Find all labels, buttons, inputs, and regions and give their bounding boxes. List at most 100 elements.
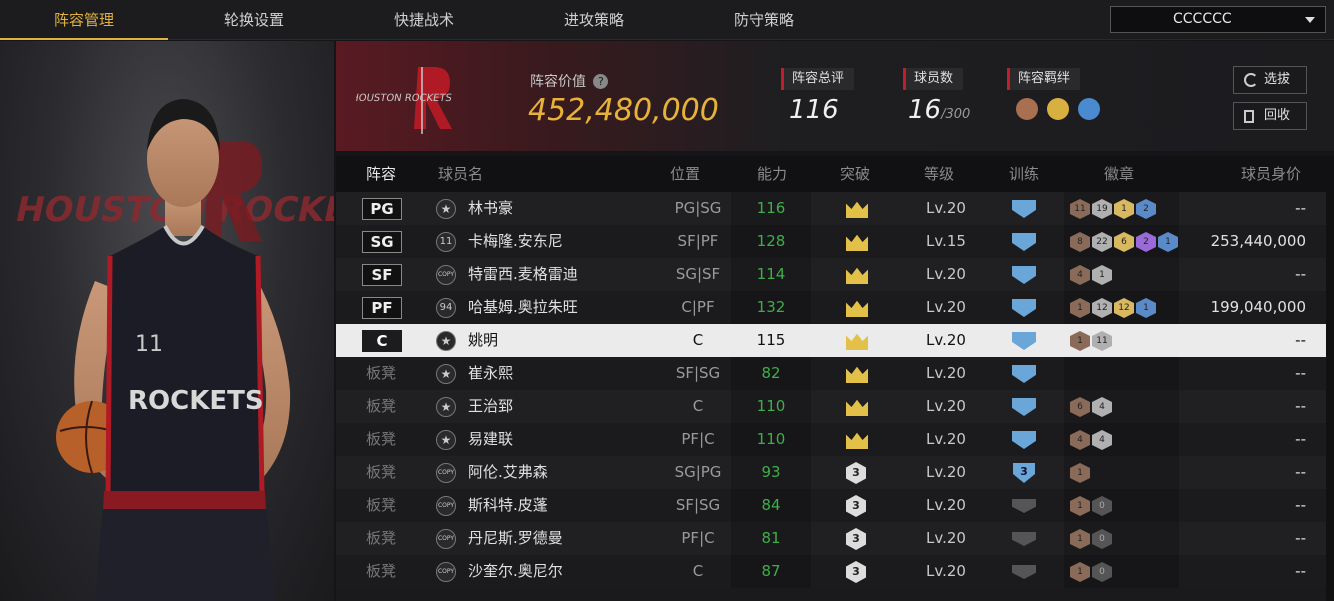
player-name[interactable]: 姚明 [468,324,498,357]
breakthrough-level-icon[interactable]: 3 [846,495,866,517]
crown-breakthrough-icon[interactable] [846,201,868,218]
player-name[interactable]: 王治郅 [468,390,513,423]
breakthrough-level-icon[interactable]: 3 [846,462,866,484]
tab-lineup-management[interactable]: 阵容管理 [0,0,168,40]
bond-icons[interactable] [1016,98,1101,124]
table-row[interactable]: SF COPY 特雷西.麦格雷迪 SG|SF 114 Lv.20 4 1 -- [336,258,1326,291]
training-empty-icon[interactable] [1012,565,1036,579]
players-stat: 球员数 [903,67,964,90]
header-name: 球员名 [438,165,484,183]
player-name[interactable]: 沙奎尔.奥尼尔 [468,555,563,588]
bench-label: 板凳 [366,463,397,481]
slot-badge[interactable]: PF [362,297,402,319]
slot-badge[interactable]: SF [362,264,402,286]
tab-defense-strategy[interactable]: 防守策略 [680,0,848,40]
table-row[interactable]: 板凳 COPY 斯科特.皮蓬 SF|SG 84 3 Lv.20 1 0 -- [336,489,1326,522]
table-row[interactable]: 板凳 COPY 阿伦.艾弗森 SG|PG 93 3 Lv.20 3 1 -- [336,456,1326,489]
crown-breakthrough-icon[interactable] [846,432,868,449]
select-button[interactable]: 选拔 [1233,66,1307,94]
breakthrough-level-icon[interactable]: 3 [846,528,866,550]
crown-breakthrough-icon[interactable] [846,333,868,350]
player-level: Lv.20 [926,397,966,415]
tab-offense-strategy[interactable]: 进攻策略 [510,0,678,40]
header-badges: 徽章 [1104,165,1135,183]
player-name[interactable]: 斯科特.皮蓬 [468,489,548,522]
training-shield-icon[interactable] [1012,233,1036,251]
crown-breakthrough-icon[interactable] [846,267,868,284]
crown-breakthrough-icon[interactable] [846,300,868,317]
training-shield-icon[interactable] [1012,365,1036,383]
training-shield-icon[interactable] [1012,299,1036,317]
training-shield-icon[interactable] [1012,398,1036,416]
player-name[interactable]: 崔永熙 [468,357,513,390]
training-shield-icon[interactable] [1012,431,1036,449]
player-position: C [692,562,704,580]
table-row[interactable]: 板凳 ★ 王治郅 C 110 Lv.20 6 4 -- [336,390,1326,423]
player-value: -- [1295,199,1306,217]
slot-badge[interactable]: SG [362,231,402,253]
bond-bronze-icon[interactable] [1016,98,1038,120]
table-row[interactable]: 板凳 ★ 崔永熙 SF|SG 82 Lv.20 -- [336,357,1326,390]
training-shield-icon[interactable] [1012,332,1036,350]
header-position: 位置 [670,165,701,183]
tab-rotation-settings[interactable]: 轮换设置 [170,0,338,40]
team-select-dropdown[interactable]: CCCCCC [1110,6,1326,33]
help-icon[interactable]: ? [593,74,609,89]
player-name[interactable]: 阿伦.艾弗森 [468,456,548,489]
bond-gold-icon[interactable] [1047,98,1070,120]
slot-badge[interactable]: PG [362,198,402,220]
player-name[interactable]: 哈基姆.奥拉朱旺 [468,291,578,324]
bond-blue-icon[interactable] [1078,98,1101,120]
table-scrollbar[interactable] [1326,192,1334,601]
table-row[interactable]: PG ★ 林书豪 PG|SG 116 Lv.20 11 19 1 2 -- [336,192,1326,225]
crown-breakthrough-icon[interactable] [846,366,868,383]
table-row[interactable]: 板凳 COPY 沙奎尔.奥尼尔 C 87 3 Lv.20 1 0 -- [336,555,1326,588]
player-ability: 110 [756,430,786,448]
player-value: -- [1295,397,1306,415]
player-value: -- [1295,562,1306,580]
star-rank-icon: ★ [436,199,456,219]
header-lineup[interactable]: 阵容 [366,156,396,192]
table-row[interactable]: SG 11 卡梅隆.安东尼 SF|PF 128 Lv.15 8 22 6 2 1 253,440,00… [336,225,1326,258]
table-row[interactable]: C ★ 姚明 C 115 Lv.20 1 11 -- [336,324,1326,357]
player-name[interactable]: 易建联 [468,423,513,456]
player-value: -- [1295,529,1306,547]
training-empty-icon[interactable] [1012,532,1036,546]
table-row[interactable]: 板凳 ★ 易建联 PF|C 110 Lv.20 4 4 -- [336,423,1326,456]
crown-breakthrough-icon[interactable] [846,399,868,416]
training-level-icon[interactable]: 3 [1013,463,1035,483]
player-name[interactable]: 卡梅隆.安东尼 [468,225,563,258]
player-ability: 82 [761,364,781,382]
table-row[interactable]: 板凳 COPY 丹尼斯.罗德曼 PF|C 81 3 Lv.20 1 0 -- [336,522,1326,555]
training-shield-icon[interactable] [1012,200,1036,218]
bench-label: 板凳 [366,529,397,547]
player-level: Lv.20 [926,298,966,316]
rating-value: 116 [789,95,839,125]
players-count: 16/300 [908,95,971,125]
star-rank-icon: ★ [436,397,456,417]
player-value: 253,440,000 [1210,232,1306,250]
player-portrait: HOUSTON ROCKETS ROCKETS 11 [0,41,334,601]
badge-hex-icon[interactable]: 11 [1092,331,1112,351]
bench-label: 板凳 [366,496,397,514]
number-rank-icon: 11 [436,232,456,252]
player-value: -- [1295,265,1306,283]
player-name[interactable]: 特雷西.麦格雷迪 [468,258,578,291]
player-level: Lv.20 [926,265,966,283]
player-name[interactable]: 丹尼斯.罗德曼 [468,522,563,555]
recycle-button[interactable]: 回收 [1233,102,1307,130]
table-row[interactable]: PF 94 哈基姆.奥拉朱旺 C|PF 132 Lv.20 1 12 12 1 199,040,00… [336,291,1326,324]
cards-icon [1244,110,1254,123]
slot-badge[interactable]: C [362,330,402,352]
header-ability: 能力 [757,165,788,183]
refresh-icon [1244,73,1258,87]
badge-hex-icon[interactable]: 1 [1070,331,1090,351]
player-position: PF|C [681,529,715,547]
training-empty-icon[interactable] [1012,499,1036,513]
player-name[interactable]: 林书豪 [468,192,513,225]
tab-quick-tactics[interactable]: 快捷战术 [340,0,508,40]
crown-breakthrough-icon[interactable] [846,234,868,251]
copy-rank-icon: COPY [436,562,456,582]
training-shield-icon[interactable] [1012,266,1036,284]
breakthrough-level-icon[interactable]: 3 [846,561,866,583]
